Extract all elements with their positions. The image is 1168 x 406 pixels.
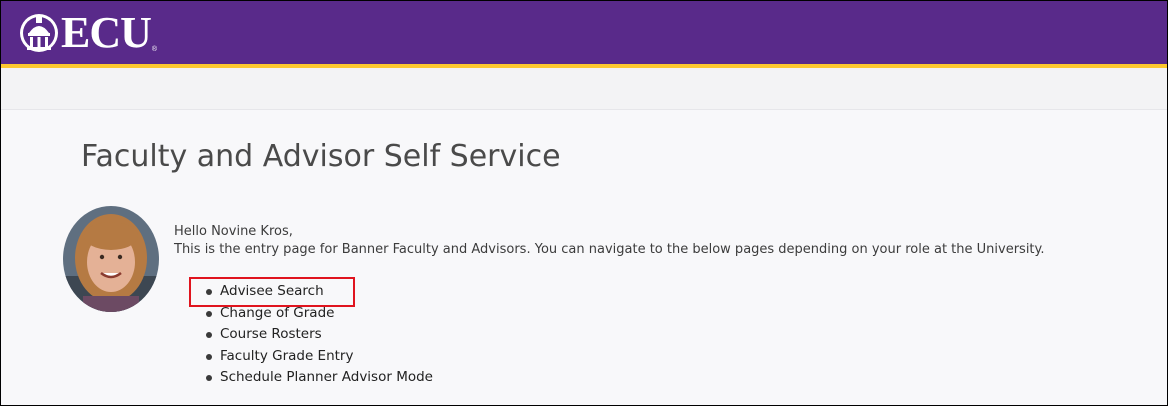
change-of-grade-link[interactable]: Change of Grade <box>220 305 334 321</box>
list-item: Course Rosters <box>206 324 433 346</box>
self-service-links: Advisee Search Change of Grade Course Ro… <box>206 281 433 389</box>
list-item: Change of Grade <box>206 303 433 325</box>
intro-text: Hello Novine Kros, This is the entry pag… <box>174 223 1159 259</box>
greeting-text: Hello Novine Kros, <box>174 224 293 239</box>
description-text: This is the entry page for Banner Facult… <box>174 242 1045 257</box>
bullet-icon <box>206 332 212 338</box>
ecu-logo[interactable]: ECU ® <box>19 7 157 59</box>
list-item: Schedule Planner Advisor Mode <box>206 367 433 389</box>
course-rosters-link[interactable]: Course Rosters <box>220 326 322 342</box>
bullet-icon <box>206 289 212 295</box>
list-item: Advisee Search <box>206 281 433 303</box>
schedule-planner-advisor-mode-link[interactable]: Schedule Planner Advisor Mode <box>220 369 433 385</box>
bullet-icon <box>206 375 212 381</box>
app-window: ECU ® Faculty and Advisor Self Service H… <box>0 0 1168 406</box>
ecu-cupola-icon <box>20 14 58 52</box>
top-header-bar: ECU ® <box>1 1 1167 68</box>
advisee-search-link[interactable]: Advisee Search <box>220 283 324 299</box>
logo-text: ECU <box>61 8 152 57</box>
user-avatar <box>63 206 159 312</box>
logo-registered-mark: ® <box>151 46 158 53</box>
breadcrumb-bar <box>1 68 1167 110</box>
faculty-grade-entry-link[interactable]: Faculty Grade Entry <box>220 348 353 364</box>
bullet-icon <box>206 353 212 360</box>
list-item: Faculty Grade Entry <box>206 346 433 368</box>
page-title: Faculty and Advisor Self Service <box>81 139 561 174</box>
bullet-icon <box>206 310 212 317</box>
